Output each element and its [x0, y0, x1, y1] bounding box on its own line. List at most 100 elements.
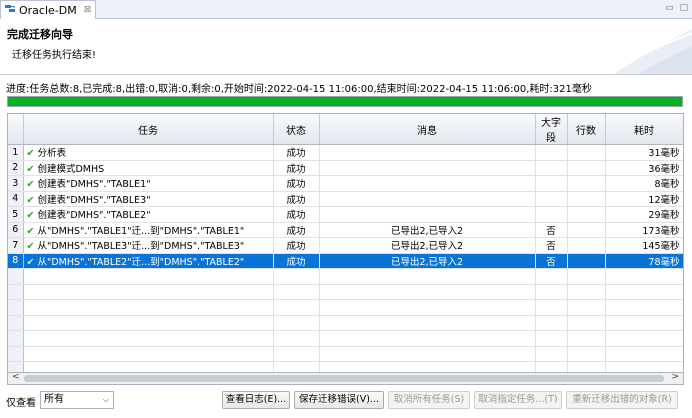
lob-cell	[535, 284, 568, 300]
close-tab-icon[interactable]: ⊠	[84, 5, 92, 15]
row-count-cell	[567, 268, 606, 285]
message-cell	[319, 299, 536, 316]
task-filter-select[interactable]: 所有 ⌵	[40, 391, 114, 409]
task-table[interactable]: 任务 状态 消息 大字段 行数 耗时 1 ✔ 分析表 成功 31毫秒 2 ✔ 创建模式DMHS…	[7, 113, 684, 373]
message-cell	[319, 175, 536, 192]
chevron-down-icon: ⌵	[102, 395, 109, 404]
task-cell: ✔ 从"DMHS"."TABLE1"迁...到"DMHS"."TABLE1"	[23, 222, 274, 238]
lob-cell: 否	[535, 237, 568, 254]
status-cell: 成功	[273, 237, 320, 254]
row-number	[8, 299, 24, 316]
tab-oracle-dm[interactable]: Oracle-DM ⊠	[0, 0, 96, 19]
status-cell: 成功	[273, 191, 320, 207]
elapsed-time-cell	[605, 315, 683, 331]
row-number: 7	[8, 237, 24, 254]
table-row[interactable]: 5 ✔ 创建表"DMHS"."TABLE2" 成功 29毫秒	[8, 206, 683, 223]
row-count-cell	[567, 144, 606, 161]
message-cell	[319, 206, 536, 223]
lob-cell	[535, 268, 568, 285]
editor-tab-bar: Oracle-DM ⊠ ▭ □	[0, 0, 692, 19]
success-check-icon: ✔	[26, 148, 35, 160]
table-row[interactable]	[8, 346, 683, 362]
column-header-lob[interactable]: 大字段	[535, 114, 568, 145]
save-migration-errors-button[interactable]: 保存迁移错误(V)...	[294, 391, 384, 409]
horizontal-scrollbar[interactable]: < >	[7, 372, 684, 385]
minimize-icon[interactable]: ▭	[665, 3, 674, 13]
task-name: 从"DMHS"."TABLE2"迁...到"DMHS"."TABLE2"	[37, 256, 245, 268]
task-cell	[23, 315, 274, 331]
table-row[interactable]: 4 ✔ 创建表"DMHS"."TABLE3" 成功 12毫秒	[8, 191, 683, 207]
bottom-action-bar: 仅查看 所有 ⌵ 查看日志(E)... 保存迁移错误(V)... 取消所有任务(…	[0, 389, 692, 411]
column-header-time[interactable]: 耗时	[605, 114, 683, 145]
table-row[interactable]	[8, 299, 683, 316]
status-cell: 成功	[273, 206, 320, 223]
task-cell: ✔ 创建表"DMHS"."TABLE1"	[23, 175, 274, 192]
scrollbar-thumb[interactable]	[24, 375, 664, 382]
task-cell: ✔ 创建表"DMHS"."TABLE2"	[23, 206, 274, 223]
column-header-rownum[interactable]	[8, 114, 24, 145]
status-cell	[273, 268, 320, 285]
success-check-icon: ✔	[26, 194, 35, 206]
lob-cell	[535, 361, 568, 372]
success-check-icon: ✔	[26, 210, 35, 222]
row-count-cell	[567, 222, 606, 238]
task-cell	[23, 346, 274, 362]
wizard-header: 完成迁移向导 迁移任务执行结束!	[0, 19, 692, 75]
elapsed-time-cell: 36毫秒	[605, 160, 683, 176]
cancel-all-tasks-button[interactable]: 取消所有任务(S)	[388, 391, 470, 409]
status-cell: 成功	[273, 160, 320, 176]
table-row[interactable]	[8, 315, 683, 331]
table-row[interactable]: 1 ✔ 分析表 成功 31毫秒	[8, 144, 683, 161]
column-header-task[interactable]: 任务	[23, 114, 274, 145]
table-row[interactable]	[8, 330, 683, 347]
remigrate-failed-objects-button[interactable]: 重新迁移出错的对象(R)	[566, 391, 678, 409]
table-row[interactable]	[8, 284, 683, 300]
task-name: 创建表"DMHS"."TABLE3"	[37, 194, 151, 206]
task-cell	[23, 361, 274, 372]
row-count-cell	[567, 361, 606, 372]
row-number: 1	[8, 144, 24, 161]
lob-cell	[535, 160, 568, 176]
elapsed-time-cell: 173毫秒	[605, 222, 683, 238]
elapsed-time-cell	[605, 284, 683, 300]
row-number: 6	[8, 222, 24, 238]
row-count-cell	[567, 253, 606, 269]
lob-cell	[535, 346, 568, 362]
elapsed-time-cell: 29毫秒	[605, 206, 683, 223]
elapsed-time-cell	[605, 299, 683, 316]
table-row[interactable]: 6 ✔ 从"DMHS"."TABLE1"迁...到"DMHS"."TABLE1" 成功…	[8, 222, 683, 238]
table-row[interactable]: 7 ✔ 从"DMHS"."TABLE3"迁...到"DMHS"."TABLE3" 成功…	[8, 237, 683, 254]
scroll-right-icon[interactable]: >	[671, 372, 679, 382]
lob-cell	[535, 191, 568, 207]
cancel-selected-tasks-button[interactable]: 取消指定任务...(T)	[474, 391, 562, 409]
task-cell: ✔ 创建模式DMHS	[23, 160, 274, 176]
row-count-cell	[567, 206, 606, 223]
table-row[interactable]	[8, 361, 683, 372]
column-header-status[interactable]: 状态	[273, 114, 320, 145]
task-name: 从"DMHS"."TABLE3"迁...到"DMHS"."TABLE3"	[37, 241, 245, 253]
row-count-cell	[567, 191, 606, 207]
lob-cell	[535, 175, 568, 192]
task-filter-value: 所有	[44, 394, 64, 405]
elapsed-time-cell: 78毫秒	[605, 253, 683, 269]
message-cell	[319, 361, 536, 372]
table-row[interactable]: 2 ✔ 创建模式DMHS 成功 36毫秒	[8, 160, 683, 176]
table-header-row: 任务 状态 消息 大字段 行数 耗时	[8, 114, 683, 145]
status-cell	[273, 361, 320, 372]
column-header-message[interactable]: 消息	[319, 114, 536, 145]
wizard-title: 完成迁移向导	[7, 28, 73, 41]
message-cell	[319, 284, 536, 300]
table-row[interactable]	[8, 268, 683, 285]
message-cell	[319, 268, 536, 285]
row-count-cell	[567, 299, 606, 316]
row-count-cell	[567, 346, 606, 362]
status-cell	[273, 315, 320, 331]
table-row[interactable]: 3 ✔ 创建表"DMHS"."TABLE1" 成功 8毫秒	[8, 175, 683, 192]
column-header-rows[interactable]: 行数	[567, 114, 606, 145]
maximize-icon[interactable]: □	[679, 3, 688, 13]
message-cell	[319, 330, 536, 347]
scroll-left-icon[interactable]: <	[12, 372, 20, 382]
view-log-button[interactable]: 查看日志(E)...	[222, 391, 290, 409]
table-row[interactable]: 8 ✔ 从"DMHS"."TABLE2"迁...到"DMHS"."TABLE2" 成功…	[8, 253, 683, 269]
row-count-cell	[567, 315, 606, 331]
